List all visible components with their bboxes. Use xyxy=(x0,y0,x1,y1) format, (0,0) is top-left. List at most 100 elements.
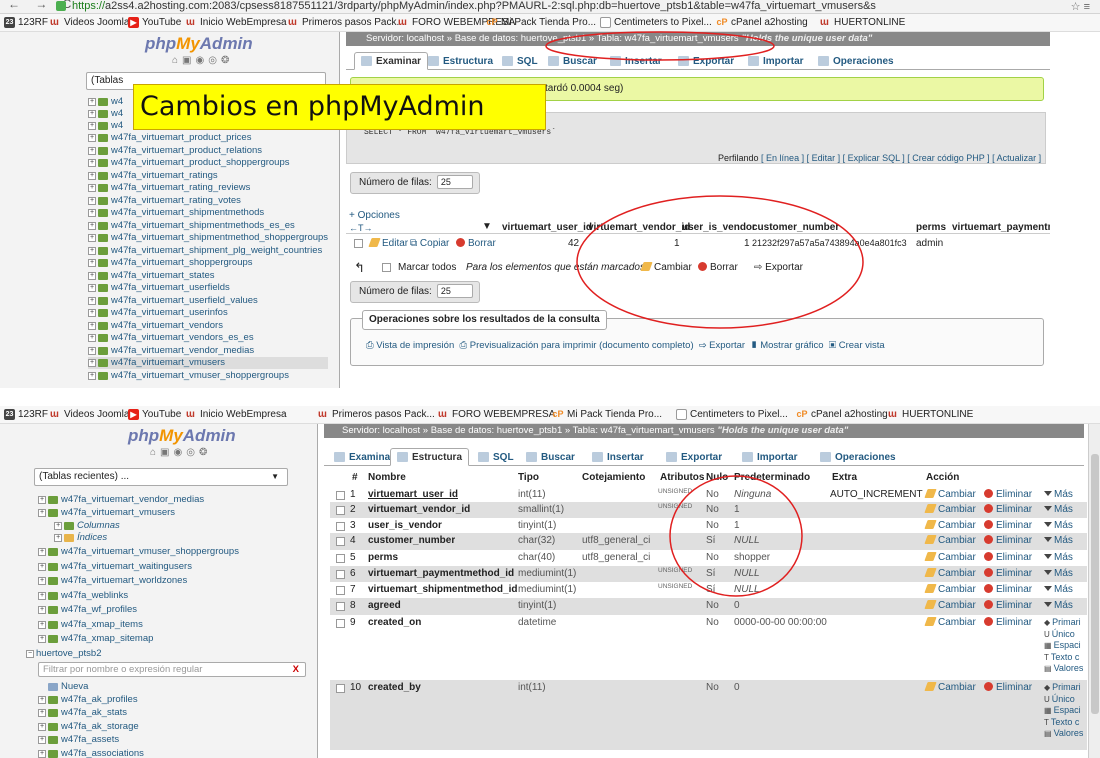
tree-item[interactable]: + w47fa_assets xyxy=(38,734,119,746)
expand-icon[interactable]: + xyxy=(88,134,96,142)
cell-name[interactable]: created_on xyxy=(368,615,421,631)
tab-sql-2[interactable]: SQL xyxy=(472,448,520,466)
create-view-link[interactable]: ▣ Crear vista xyxy=(829,340,885,351)
expand-icon[interactable]: + xyxy=(38,635,46,643)
bookmark-centimeters-2[interactable]: Centimeters to Pixel... xyxy=(676,409,788,420)
expand-icon[interactable]: + xyxy=(88,159,96,167)
bookmark-123rf[interactable]: 23 123RF xyxy=(4,17,48,28)
extra-action-item[interactable]: ▤ Valores xyxy=(1044,663,1087,675)
tree-item[interactable]: + w47fa_wf_profiles xyxy=(38,604,137,616)
col-vendor-id[interactable]: virtuemart_vendor_id xyxy=(588,222,690,233)
expand-icon[interactable]: + xyxy=(38,749,46,758)
tree-item-partial-2[interactable]: + w4 xyxy=(88,108,123,120)
bookmark-cpanel-a2hosting-2[interactable]: cP cPanel a2hosting xyxy=(796,409,887,420)
expand-icon[interactable]: + xyxy=(88,321,96,330)
tree-item[interactable]: + w47fa_associations xyxy=(38,748,144,758)
row-checkbox[interactable] xyxy=(336,619,345,628)
tree-item[interactable]: + w47fa_virtuemart_vendor_medias xyxy=(88,345,254,357)
extra-action-item[interactable]: ◆ Primari xyxy=(1044,617,1087,629)
bookmark-huertonline-2[interactable]: ɯ HUERTONLINE xyxy=(886,409,973,420)
tree-item[interactable]: + w47fa_ak_storage xyxy=(38,721,139,733)
bookmark-huertonline[interactable]: ɯ HUERTONLINE xyxy=(818,17,905,28)
tree-item-partial-1[interactable]: + w4 xyxy=(88,96,123,108)
tab-exportar-2[interactable]: Exportar xyxy=(660,448,728,466)
server-link[interactable]: Servidor: localhost xyxy=(366,33,444,44)
expand-icon[interactable]: + xyxy=(88,209,96,217)
bookmark-primeros-pasos-2[interactable]: ɯ Primeros pasos Pack... xyxy=(316,409,435,420)
expand-icon[interactable]: + xyxy=(38,722,46,731)
expand-icon[interactable]: + xyxy=(38,606,46,614)
tab-operaciones[interactable]: Operaciones xyxy=(812,52,900,70)
tree-item[interactable]: + w47fa_virtuemart_shipment_plg_weight_co… xyxy=(88,245,322,257)
tab-importar[interactable]: Importar xyxy=(742,52,810,70)
more-action[interactable]: Más xyxy=(1044,518,1073,534)
delete-action[interactable]: Eliminar xyxy=(984,533,1032,549)
row-checkbox[interactable] xyxy=(336,522,345,531)
database-link[interactable]: Base de datos: huertove_ptsb1 xyxy=(455,33,587,44)
tab-exportar[interactable]: Exportar xyxy=(672,52,740,70)
tab-insertar[interactable]: Insertar xyxy=(604,52,668,70)
extra-action-item[interactable]: T Texto c xyxy=(1044,652,1087,664)
extra-action-item[interactable]: T Texto c xyxy=(1044,717,1087,729)
new-table-link[interactable]: Nueva xyxy=(48,681,88,693)
tab-buscar-2[interactable]: Buscar xyxy=(520,448,581,466)
change-action[interactable]: Cambiar xyxy=(924,487,976,503)
print-full-link[interactable]: ⎙ Previsualización para imprimir (docume… xyxy=(460,340,694,351)
print-view-link[interactable]: ⎙ Vista de impresión xyxy=(366,340,454,351)
expand-icon[interactable]: + xyxy=(88,234,96,242)
rows-select-2[interactable]: 25 xyxy=(436,284,473,299)
delete-action[interactable]: Eliminar xyxy=(984,615,1032,631)
extra-action-item[interactable]: ▤ Valores xyxy=(1044,728,1087,740)
tree-item[interactable]: + w47fa_virtuemart_waitingusers xyxy=(38,561,192,573)
tree-item[interactable]: + w47fa_virtuemart_shipmentmethod_shopper… xyxy=(88,232,328,244)
tab-examinar[interactable]: Examinar xyxy=(354,52,429,70)
clear-filter-icon[interactable]: X xyxy=(293,663,299,676)
expand-icon[interactable]: + xyxy=(38,709,46,717)
server-link-2[interactable]: Servidor: localhost xyxy=(342,425,420,436)
tree-item[interactable]: + w47fa_ak_profiles xyxy=(38,694,138,706)
change-action[interactable]: Cambiar xyxy=(924,550,976,566)
scrollbar-thumb[interactable] xyxy=(1091,454,1099,714)
expand-icon[interactable]: + xyxy=(88,184,96,192)
browser-nav-icons[interactable]: ← → C xyxy=(8,0,77,11)
expand-icon[interactable]: + xyxy=(38,548,46,556)
tree-item[interactable]: + w47fa_virtuemart_userinfos xyxy=(88,307,228,319)
bookmark-youtube[interactable]: ▶ YouTube xyxy=(128,17,181,28)
change-action[interactable]: Cambiar xyxy=(924,615,976,631)
bookmark-videos-joomla-2[interactable]: ɯ Videos Joomla xyxy=(48,409,129,420)
expand-icon[interactable]: + xyxy=(38,562,46,571)
tree-item[interactable]: + w47fa_weblinks xyxy=(38,590,128,602)
row-checkbox[interactable] xyxy=(336,684,345,693)
tab-buscar[interactable]: Buscar xyxy=(542,52,603,70)
expand-icon[interactable]: + xyxy=(88,334,96,342)
more-action[interactable]: Más xyxy=(1044,598,1073,614)
row-checkbox[interactable] xyxy=(336,554,345,563)
tab-importar-2[interactable]: Importar xyxy=(736,448,804,466)
expand-icon[interactable]: + xyxy=(88,171,96,180)
change-action[interactable]: Cambiar xyxy=(924,566,976,582)
nav-home-icons[interactable]: ⌂▣◉◎❂ xyxy=(172,55,233,66)
col-payment[interactable]: virtuemart_paymentmet xyxy=(952,222,1050,233)
cell-name[interactable]: virtuemart_vendor_id xyxy=(368,502,470,518)
tree-item[interactable]: + w47fa_virtuemart_vmusers xyxy=(88,357,328,369)
change-action[interactable]: Cambiar xyxy=(924,598,976,614)
expand-icon[interactable]: + xyxy=(38,591,46,600)
change-action[interactable]: Cambiar xyxy=(924,582,976,598)
row-checkbox[interactable] xyxy=(336,570,345,579)
change-action[interactable]: Cambiar xyxy=(924,680,976,696)
expand-icon[interactable]: + xyxy=(54,534,62,542)
extra-action-item[interactable]: ▦ Espaci xyxy=(1044,640,1087,652)
tree-item[interactable]: + w47fa_virtuemart_vendors_es_es xyxy=(88,332,254,344)
tree-item[interactable]: + w47fa_xmap_items xyxy=(38,619,143,631)
cell-name[interactable]: perms xyxy=(368,550,398,566)
expand-icon[interactable]: + xyxy=(88,346,96,355)
rows-per-page[interactable]: Número de filas: 25 xyxy=(350,172,480,194)
change-action[interactable]: Cambiar xyxy=(924,518,976,534)
bulk-export[interactable]: ⇨ Exportar xyxy=(754,262,803,273)
tree-item[interactable]: + w47fa_virtuemart_vmuser_shoppergroups xyxy=(88,370,289,382)
bookmark-centimeters[interactable]: Centimeters to Pixel... xyxy=(600,17,712,28)
delete-action[interactable]: Eliminar xyxy=(984,582,1032,598)
bookmark-foro-webempresa-2[interactable]: ɯ FORO WEBEMPRESA xyxy=(436,409,555,420)
cell-name[interactable]: created_by xyxy=(368,680,421,696)
sql-links[interactable]: Perfilando [ En línea ] [ Editar ] [ Exp… xyxy=(718,153,1041,163)
